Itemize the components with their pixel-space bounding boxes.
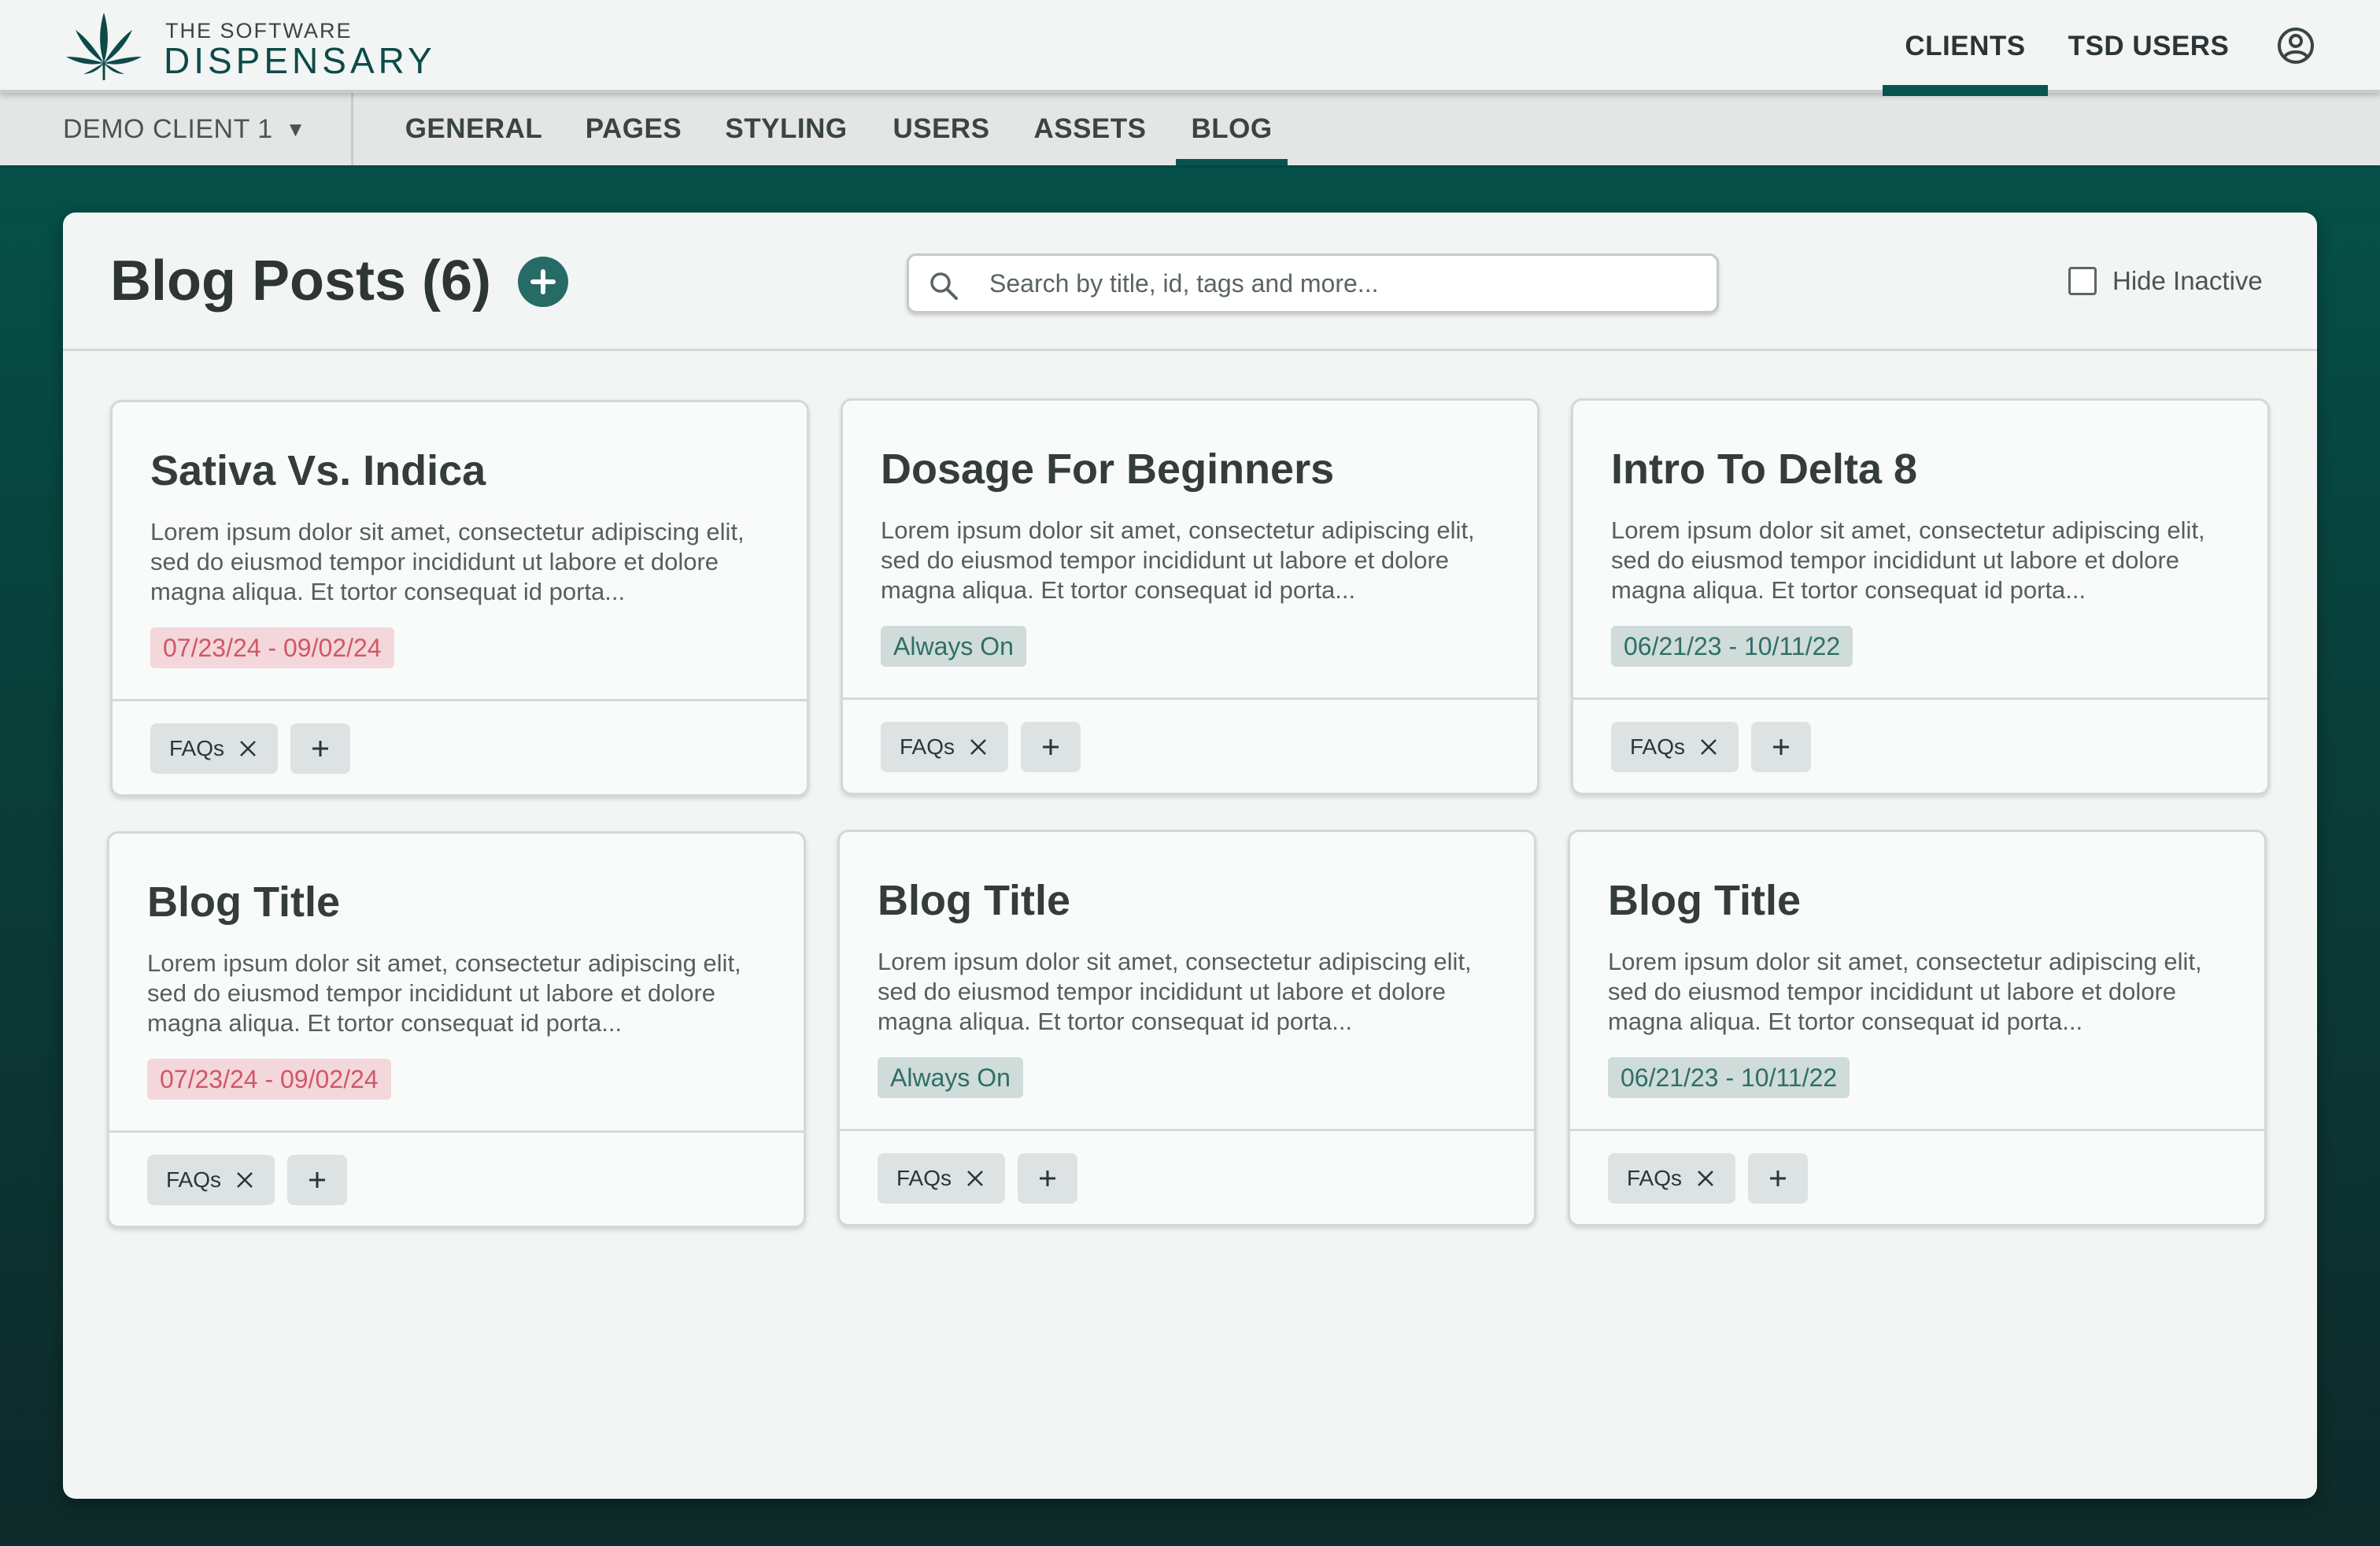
add-tag-button[interactable] bbox=[1018, 1153, 1077, 1204]
close-icon[interactable] bbox=[966, 1169, 985, 1188]
tag-chip: FAQs bbox=[150, 723, 278, 774]
card-divider bbox=[843, 697, 1537, 700]
plus-icon bbox=[309, 1172, 325, 1188]
post-excerpt: Lorem ipsum dolor sit amet, consectetur … bbox=[881, 516, 1475, 604]
post-excerpt: Lorem ipsum dolor sit amet, consectetur … bbox=[150, 518, 745, 605]
card-divider bbox=[113, 699, 807, 701]
page-title: Blog Posts (6) bbox=[110, 250, 492, 313]
tab-general-label: GENERAL bbox=[405, 113, 543, 144]
brand-name: DISPENSARY bbox=[164, 40, 436, 81]
post-title[interactable]: Blog Title bbox=[1608, 876, 1801, 925]
tag-label: FAQs bbox=[166, 1167, 222, 1192]
tab-styling-label: STYLING bbox=[725, 113, 848, 144]
plus-icon bbox=[312, 741, 328, 756]
tab-styling[interactable]: STYLING bbox=[718, 93, 855, 165]
search-icon bbox=[930, 272, 958, 300]
tag-label: FAQs bbox=[1627, 1166, 1683, 1190]
post-title[interactable]: Intro To Delta 8 bbox=[1611, 445, 1917, 494]
tab-users[interactable]: USERS bbox=[883, 93, 1000, 165]
hide-inactive-toggle[interactable]: Hide Inactive bbox=[2068, 261, 2263, 301]
tag-chip: FAQs bbox=[878, 1153, 1005, 1204]
hide-inactive-checkbox[interactable] bbox=[2068, 267, 2097, 295]
close-icon[interactable] bbox=[1696, 1169, 1715, 1188]
post-title[interactable]: Blog Title bbox=[147, 878, 340, 926]
caret-down-icon: ▼ bbox=[285, 117, 306, 141]
post-excerpt: Lorem ipsum dolor sit amet, consectetur … bbox=[1608, 948, 2202, 1035]
tag-chip: FAQs bbox=[1608, 1153, 1735, 1204]
sub-nav-divider bbox=[351, 93, 353, 165]
top-nav-tsd-users[interactable]: TSD USERS bbox=[2057, 0, 2240, 93]
post-excerpt: Lorem ipsum dolor sit amet, consectetur … bbox=[878, 948, 1472, 1035]
schedule-badge: 06/21/23 - 10/11/22 bbox=[1611, 626, 1853, 667]
card-divider bbox=[1573, 697, 2267, 700]
blog-post-card[interactable]: Dosage For Beginners Lorem ipsum dolor s… bbox=[841, 398, 1539, 795]
add-tag-button[interactable] bbox=[1751, 722, 1811, 772]
client-sub-nav: DEMO CLIENT 1 ▼ GENERAL PAGES STYLING US… bbox=[0, 93, 2380, 165]
cannabis-leaf-icon[interactable] bbox=[63, 11, 145, 82]
plus-icon bbox=[1773, 739, 1789, 755]
plus-icon bbox=[1043, 739, 1059, 755]
tab-users-label: USERS bbox=[893, 113, 990, 144]
plus-icon bbox=[1040, 1171, 1055, 1186]
add-tag-button[interactable] bbox=[1748, 1153, 1808, 1204]
close-icon[interactable] bbox=[238, 739, 257, 758]
card-divider bbox=[1570, 1129, 2264, 1131]
blog-post-card[interactable]: Blog Title Lorem ipsum dolor sit amet, c… bbox=[1568, 830, 2267, 1226]
schedule-badge: 06/21/23 - 10/11/22 bbox=[1608, 1057, 1850, 1098]
tab-pages[interactable]: PAGES bbox=[575, 93, 693, 165]
schedule-badge: Always On bbox=[878, 1057, 1023, 1098]
post-title[interactable]: Sativa Vs. Indica bbox=[150, 446, 486, 495]
tab-assets[interactable]: ASSETS bbox=[1028, 93, 1152, 165]
hide-inactive-label: Hide Inactive bbox=[2112, 266, 2263, 295]
panel-header: Blog Posts (6) Hide Inactive bbox=[63, 213, 2317, 351]
search-input[interactable] bbox=[988, 256, 1696, 311]
post-excerpt: Lorem ipsum dolor sit amet, consectetur … bbox=[147, 949, 741, 1037]
close-icon[interactable] bbox=[235, 1171, 254, 1189]
card-divider bbox=[840, 1129, 1534, 1131]
client-selector-value: DEMO CLIENT 1 bbox=[63, 113, 273, 144]
schedule-badge: 07/23/24 - 09/02/24 bbox=[150, 627, 394, 668]
blog-post-card[interactable]: Intro To Delta 8 Lorem ipsum dolor sit a… bbox=[1571, 398, 2270, 795]
top-header: THE SOFTWARE DISPENSARY CLIENTS TSD USER… bbox=[0, 0, 2380, 96]
tag-label: FAQs bbox=[900, 734, 955, 759]
tag-label: FAQs bbox=[169, 736, 225, 760]
top-nav-clients[interactable]: CLIENTS bbox=[1883, 0, 2048, 96]
tab-blog-label: BLOG bbox=[1191, 113, 1273, 144]
top-nav-tsd-users-label: TSD USERS bbox=[2068, 31, 2230, 61]
tab-blog[interactable]: BLOG bbox=[1176, 93, 1288, 165]
add-tag-button[interactable] bbox=[290, 723, 350, 774]
tag-label: FAQs bbox=[1630, 734, 1686, 759]
blog-post-card[interactable]: Blog Title Lorem ipsum dolor sit amet, c… bbox=[107, 831, 806, 1228]
plus-icon bbox=[1770, 1171, 1786, 1186]
schedule-badge: Always On bbox=[881, 626, 1026, 667]
add-post-button[interactable] bbox=[518, 257, 568, 307]
tag-chip: FAQs bbox=[147, 1155, 275, 1205]
tag-label: FAQs bbox=[896, 1166, 952, 1190]
add-tag-button[interactable] bbox=[287, 1155, 347, 1205]
post-excerpt: Lorem ipsum dolor sit amet, consectetur … bbox=[1611, 516, 2205, 604]
user-circle-icon[interactable] bbox=[2276, 26, 2315, 65]
add-tag-button[interactable] bbox=[1021, 722, 1081, 772]
close-icon[interactable] bbox=[1699, 738, 1718, 756]
blog-post-card[interactable]: Blog Title Lorem ipsum dolor sit amet, c… bbox=[837, 830, 1536, 1226]
schedule-badge: 07/23/24 - 09/02/24 bbox=[147, 1059, 391, 1100]
post-title[interactable]: Blog Title bbox=[878, 876, 1070, 925]
blog-posts-panel: Blog Posts (6) Hide Inactive Sativa Vs. … bbox=[63, 213, 2317, 1499]
client-selector[interactable]: DEMO CLIENT 1 ▼ bbox=[63, 93, 306, 165]
search-box[interactable] bbox=[907, 253, 1719, 313]
tab-assets-label: ASSETS bbox=[1033, 113, 1147, 144]
blog-post-card[interactable]: Sativa Vs. Indica Lorem ipsum dolor sit … bbox=[110, 400, 809, 797]
tag-chip: FAQs bbox=[1611, 722, 1739, 772]
tab-pages-label: PAGES bbox=[585, 113, 682, 144]
close-icon[interactable] bbox=[969, 738, 988, 756]
post-title[interactable]: Dosage For Beginners bbox=[881, 445, 1334, 494]
card-divider bbox=[109, 1130, 804, 1133]
tag-chip: FAQs bbox=[881, 722, 1008, 772]
top-nav-clients-label: CLIENTS bbox=[1905, 31, 2026, 61]
tab-general[interactable]: GENERAL bbox=[398, 93, 549, 165]
